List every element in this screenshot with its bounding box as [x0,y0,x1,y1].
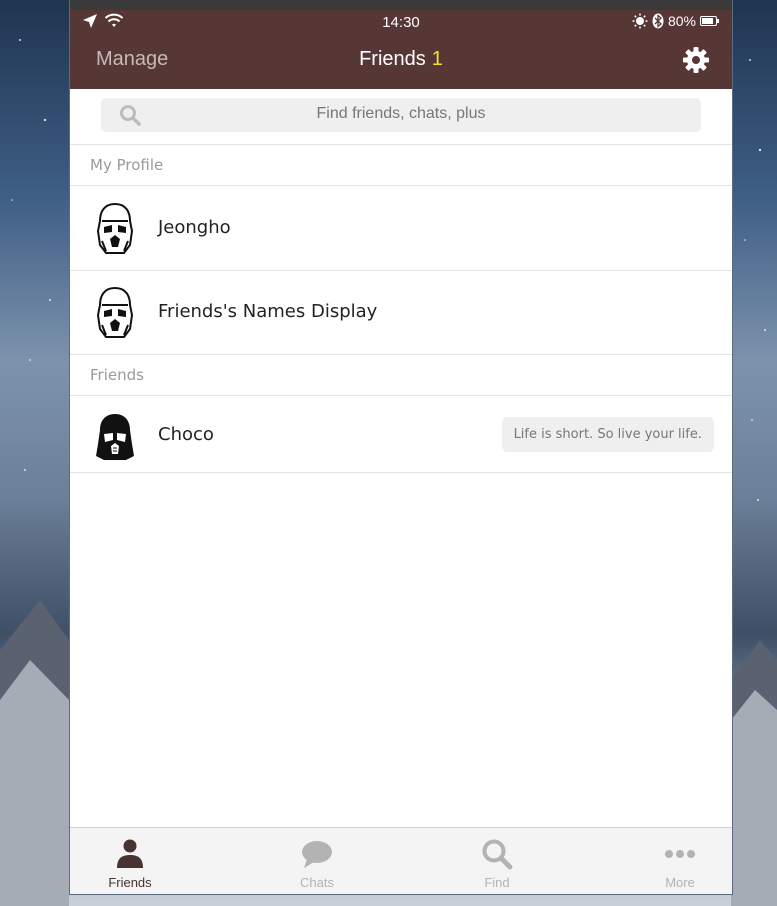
tab-label: More [665,875,695,890]
page-title: Friends 1 [70,48,732,71]
bottom-tab-bar: Friends Chats Find More [70,827,732,894]
search-placeholder: Find friends, chats, plus [316,105,486,122]
tab-label: Chats [300,875,334,890]
status-bar: 14:30 80% [70,10,732,36]
section-header-friends: Friends [70,355,732,396]
battery-icon [700,16,719,26]
tab-label: Friends [108,875,152,890]
tab-more[interactable]: More [620,828,732,894]
tab-find[interactable]: Find [437,828,557,894]
search-icon [482,839,513,870]
darth-vader-avatar [96,414,134,460]
search-input[interactable]: Find friends, chats, plus [101,98,701,132]
person-icon [117,839,143,868]
tab-chats[interactable]: Chats [257,828,377,894]
stormtrooper-avatar [96,286,134,338]
friends-count-badge: 1 [431,48,443,70]
stormtrooper-avatar [96,202,134,254]
profile-row[interactable]: Friends's Names Display [70,271,732,355]
more-dots-icon [665,850,695,858]
gear-icon[interactable] [682,46,710,74]
bluetooth-icon [652,13,664,29]
window-top-strip [70,0,732,10]
friend-name: Choco [158,424,214,445]
tab-label: Find [484,875,510,890]
friend-name: Jeongho [158,217,231,238]
battery-percent: 80% [667,13,696,29]
page-title-text: Friends [359,48,426,70]
tab-friends[interactable]: Friends [70,828,190,894]
nav-bar: Manage Friends 1 [70,36,732,86]
profile-row[interactable]: Jeongho [70,187,732,271]
friend-status-message: Life is short. So live your life. [501,417,714,452]
brightness-icon [632,13,648,29]
app-header: 14:30 80% Manage Friends 1 [70,10,732,89]
app-window: 14:30 80% Manage Friends 1 Find friends,… [69,0,733,895]
status-right-icons: 80% [632,13,720,29]
friend-name: Friends's Names Display [158,301,378,322]
section-header-my-profile: My Profile [70,145,732,186]
friend-row[interactable]: Choco Life is short. So live your life. [70,397,732,473]
chat-bubble-icon [302,841,332,868]
search-section: Find friends, chats, plus [70,89,732,145]
